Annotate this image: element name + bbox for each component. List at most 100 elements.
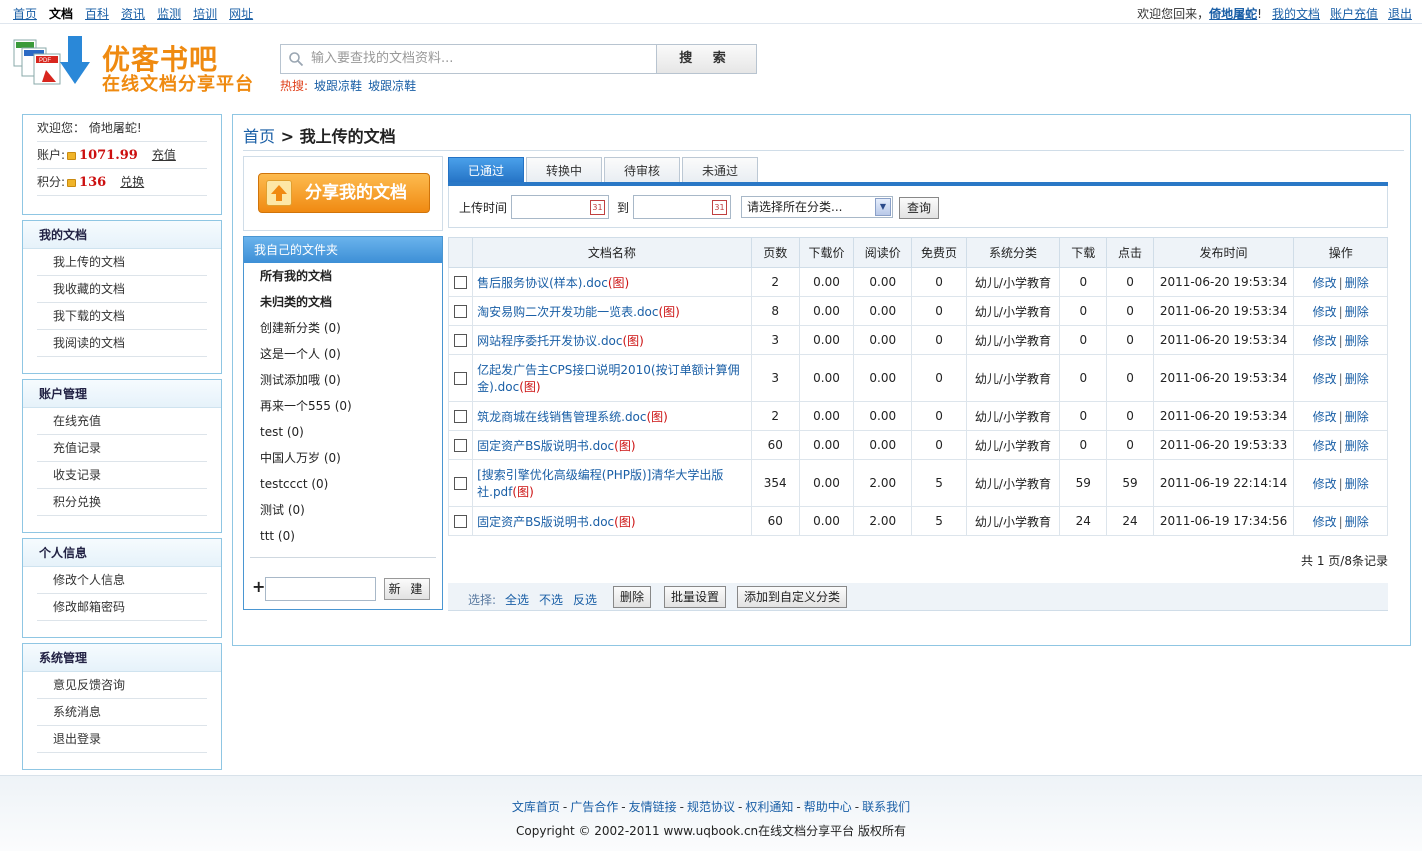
topnav-news[interactable]: 资讯 bbox=[121, 5, 145, 22]
username-link[interactable]: 倚地屠蛇 bbox=[1209, 7, 1257, 21]
doc-title-link[interactable]: 淘安易购二次开发功能一览表.doc bbox=[477, 305, 658, 319]
folder-item[interactable]: 中国人万岁 (0) bbox=[244, 445, 442, 471]
doc-title-link[interactable]: 亿起发广告主CPS接口说明2010(按订单额计算佣金).doc bbox=[477, 363, 739, 394]
end-date-input[interactable]: 31 bbox=[633, 195, 731, 219]
edit-link[interactable]: 修改 bbox=[1313, 477, 1337, 491]
row-checkbox[interactable] bbox=[454, 477, 468, 490]
tab-approved[interactable]: 已通过 bbox=[448, 157, 524, 183]
site-logo[interactable]: PDF 优客书吧 在线文档分享平台 bbox=[12, 34, 272, 96]
delete-link[interactable]: 删除 bbox=[1345, 439, 1369, 453]
sidebar-item-read[interactable]: 我阅读的文档 bbox=[37, 330, 207, 357]
delete-link[interactable]: 删除 bbox=[1345, 334, 1369, 348]
delete-link[interactable]: 删除 bbox=[1345, 305, 1369, 319]
topnav-docs[interactable]: 文档 bbox=[49, 5, 73, 22]
new-folder-button[interactable]: 新 建 bbox=[384, 578, 430, 600]
edit-link[interactable]: 修改 bbox=[1313, 372, 1337, 386]
sidebar-item-transactions[interactable]: 收支记录 bbox=[37, 462, 207, 489]
folder-item[interactable]: 测试添加哦 (0) bbox=[244, 367, 442, 393]
sidebar-item-logout[interactable]: 退出登录 bbox=[37, 726, 207, 753]
select-all-link[interactable]: 全选 bbox=[505, 591, 529, 608]
delete-link[interactable]: 删除 bbox=[1345, 372, 1369, 386]
row-checkbox[interactable] bbox=[454, 305, 468, 318]
edit-link[interactable]: 修改 bbox=[1313, 334, 1337, 348]
folder-item[interactable]: 再来一个555 (0) bbox=[244, 393, 442, 419]
footer-link[interactable]: 友情链接 bbox=[629, 800, 677, 814]
query-button[interactable]: 查询 bbox=[899, 197, 939, 219]
row-checkbox[interactable] bbox=[454, 410, 468, 423]
row-checkbox[interactable] bbox=[454, 372, 468, 385]
select-none-link[interactable]: 不选 bbox=[539, 591, 563, 608]
add-to-custom-category-button[interactable]: 添加到自定义分类 bbox=[737, 586, 848, 608]
row-checkbox[interactable] bbox=[454, 334, 468, 347]
sidebar-item-recharge-history[interactable]: 充值记录 bbox=[37, 435, 207, 462]
folder-item[interactable]: 未归类的文档 bbox=[244, 289, 442, 315]
folder-item[interactable]: ttt (0) bbox=[244, 523, 442, 549]
hot-search-link[interactable]: 坡跟凉鞋 bbox=[314, 79, 362, 93]
doc-title-link[interactable]: 固定资产BS版说明书.doc bbox=[477, 439, 614, 453]
my-docs-link[interactable]: 我的文档 bbox=[1272, 5, 1320, 22]
sidebar-item-edit-profile[interactable]: 修改个人信息 bbox=[37, 567, 207, 594]
sidebar-item-edit-email-password[interactable]: 修改邮箱密码 bbox=[37, 594, 207, 621]
edit-link[interactable]: 修改 bbox=[1313, 515, 1337, 529]
delete-link[interactable]: 删除 bbox=[1345, 515, 1369, 529]
delete-link[interactable]: 删除 bbox=[1345, 477, 1369, 491]
folder-item[interactable]: 这是一个人 (0) bbox=[244, 341, 442, 367]
doc-title-link[interactable]: 售后服务协议(样本).doc bbox=[477, 276, 608, 290]
edit-link[interactable]: 修改 bbox=[1313, 276, 1337, 290]
sidebar-exchange-link[interactable]: 兑换 bbox=[120, 175, 144, 189]
breadcrumb-home[interactable]: 首页 bbox=[243, 127, 275, 146]
doc-title-link[interactable]: 筑龙商城在线销售管理系统.doc bbox=[477, 410, 646, 424]
folder-item[interactable]: testccct (0) bbox=[244, 471, 442, 497]
tab-pending[interactable]: 待审核 bbox=[604, 157, 680, 183]
invert-selection-link[interactable]: 反选 bbox=[573, 591, 597, 608]
recharge-link[interactable]: 账户充值 bbox=[1330, 5, 1378, 22]
folder-item[interactable]: 所有我的文档 bbox=[244, 263, 442, 289]
sidebar-item-messages[interactable]: 系统消息 bbox=[37, 699, 207, 726]
tab-converting[interactable]: 转换中 bbox=[526, 157, 602, 183]
edit-link[interactable]: 修改 bbox=[1313, 439, 1337, 453]
sidebar-item-downloaded[interactable]: 我下载的文档 bbox=[37, 303, 207, 330]
edit-link[interactable]: 修改 bbox=[1313, 410, 1337, 424]
doc-title-link[interactable]: 固定资产BS版说明书.doc bbox=[477, 515, 614, 529]
footer-link[interactable]: 帮助中心 bbox=[804, 800, 852, 814]
category-select[interactable]: 请选择所在分类... ▼ bbox=[741, 196, 893, 218]
footer-link[interactable]: 权利通知 bbox=[745, 800, 793, 814]
folder-item[interactable]: test (0) bbox=[244, 419, 442, 445]
row-checkbox[interactable] bbox=[454, 515, 468, 528]
row-checkbox[interactable] bbox=[454, 276, 468, 289]
row-checkbox[interactable] bbox=[454, 439, 468, 452]
logout-link[interactable]: 退出 bbox=[1388, 5, 1412, 22]
delete-link[interactable]: 删除 bbox=[1345, 410, 1369, 424]
edit-link[interactable]: 修改 bbox=[1313, 305, 1337, 319]
topnav-sites[interactable]: 网址 bbox=[229, 5, 253, 22]
footer-link[interactable]: 规范协议 bbox=[687, 800, 735, 814]
delete-selected-button[interactable]: 删除 bbox=[613, 586, 652, 608]
sidebar-item-points-exchange[interactable]: 积分兑换 bbox=[37, 489, 207, 516]
start-date-input[interactable]: 31 bbox=[511, 195, 609, 219]
hot-search-link[interactable]: 坡跟凉鞋 bbox=[368, 79, 416, 93]
footer-link[interactable]: 广告合作 bbox=[570, 800, 618, 814]
tab-rejected[interactable]: 未通过 bbox=[682, 157, 758, 183]
search-input[interactable]: 输入要查找的文档资料... bbox=[280, 44, 658, 74]
topnav-baike[interactable]: 百科 bbox=[85, 5, 109, 22]
sidebar-item-online-recharge[interactable]: 在线充值 bbox=[37, 408, 207, 435]
share-document-button[interactable]: 分享我的文档 bbox=[258, 173, 430, 213]
sidebar-item-uploaded[interactable]: 我上传的文档 bbox=[37, 249, 207, 276]
footer-link[interactable]: 联系我们 bbox=[862, 800, 910, 814]
calendar-icon[interactable]: 31 bbox=[590, 200, 605, 215]
folder-item[interactable]: 创建新分类 (0) bbox=[244, 315, 442, 341]
batch-settings-button[interactable]: 批量设置 bbox=[664, 586, 727, 608]
doc-title-link[interactable]: 网站程序委托开发协议.doc bbox=[477, 334, 622, 348]
sidebar-recharge-link[interactable]: 充值 bbox=[152, 148, 176, 162]
delete-link[interactable]: 删除 bbox=[1345, 276, 1369, 290]
footer-link[interactable]: 文库首页 bbox=[512, 800, 560, 814]
sidebar-item-feedback[interactable]: 意见反馈咨询 bbox=[37, 672, 207, 699]
new-folder-input[interactable] bbox=[265, 577, 376, 601]
folder-item[interactable]: 测试 (0) bbox=[244, 497, 442, 523]
calendar-icon[interactable]: 31 bbox=[712, 200, 727, 215]
topnav-training[interactable]: 培训 bbox=[193, 5, 217, 22]
search-button[interactable]: 搜 索 bbox=[656, 44, 757, 74]
topnav-monitor[interactable]: 监测 bbox=[157, 5, 181, 22]
topnav-home[interactable]: 首页 bbox=[13, 5, 37, 22]
sidebar-item-favorites[interactable]: 我收藏的文档 bbox=[37, 276, 207, 303]
